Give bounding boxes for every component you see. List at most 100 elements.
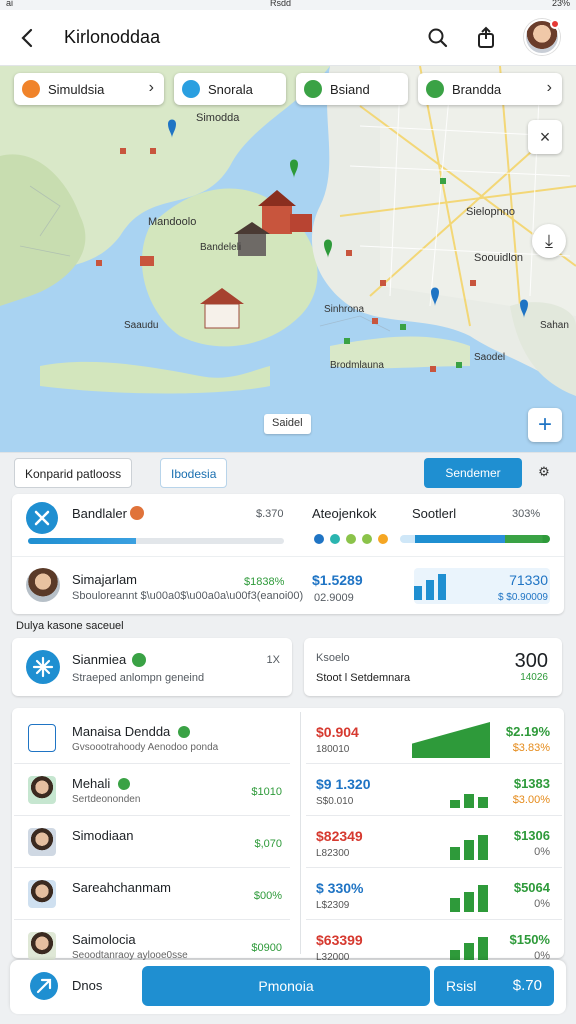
stat-amount: $63399 (316, 932, 363, 948)
stat-pct: 0% (534, 898, 550, 910)
status-dot (330, 534, 340, 544)
tools-icon (26, 502, 58, 534)
close-icon[interactable]: × (528, 120, 562, 154)
back-arrow-icon[interactable] (14, 24, 42, 52)
notification-dot (550, 19, 560, 29)
chart-bar (464, 892, 474, 912)
stat-amount: $82349 (316, 828, 363, 844)
list-item-value: $1010 (251, 786, 282, 798)
summary-sub: Stoot l Setdemnara (316, 672, 411, 684)
bottom-left-label: Dnos (72, 978, 103, 993)
stat-pct: $3.00% (512, 794, 550, 806)
area-chart-fill (412, 722, 490, 758)
stat-sub: L82300 (316, 848, 350, 859)
map-label: Saodel (474, 352, 506, 363)
button-value: $.70 (512, 977, 542, 994)
chart-bar (414, 586, 422, 600)
list-item[interactable]: Sareahchanmam $00% (14, 868, 290, 920)
column-value: 303% (512, 508, 541, 520)
navigate-icon[interactable] (30, 972, 58, 1000)
search-icon[interactable] (424, 24, 452, 52)
sparkle-icon (26, 650, 60, 684)
filter-chip-bsiand[interactable]: Bsiand (296, 73, 408, 105)
stat-amount: $0.904 (316, 724, 359, 740)
stat-row[interactable]: $9 1.320 S$0.010 $1383 $3.00% (306, 764, 562, 816)
summary-name: Sianmiea (72, 652, 127, 667)
map-label: Sahan (540, 320, 569, 331)
summary-card-left[interactable]: Sianmiea Straeped anlompn geneind 1X (12, 638, 292, 696)
gear-icon[interactable]: ⚙ (534, 462, 554, 482)
secondary-action-button[interactable]: Rsisl $.70 (434, 966, 554, 1006)
avatar (26, 568, 60, 602)
stat-pct: $3.83% (512, 742, 550, 754)
list-item[interactable]: Simodiaan $,070 (14, 816, 290, 868)
summary-count: 1X (266, 654, 280, 666)
stat-sub: S$0.010 (316, 796, 354, 807)
avatar[interactable] (524, 19, 560, 55)
top-app-bar: Kirlonoddaa (0, 10, 576, 66)
avatar (28, 932, 56, 960)
person-pct: $1838% (244, 576, 285, 588)
avatar (28, 880, 56, 908)
overview-card: Bandlaler $.370 Ateojenkok Sootlerl 303%… (12, 494, 564, 614)
filter-chip-snorala[interactable]: Snorala (174, 73, 286, 105)
summary-sub: Straeped anlompn geneind (72, 672, 205, 684)
section-label: Dulya kasone saceuel (16, 620, 124, 632)
avatar (28, 724, 56, 752)
send-button[interactable]: Sendemer (424, 458, 522, 488)
tab-ibodesia[interactable]: Ibodesia (160, 458, 228, 488)
list-item-name: Manaisa Dendda (72, 724, 171, 739)
chip-label: Brandda (452, 82, 502, 97)
right-value: 71330 (509, 572, 548, 588)
stat-row[interactable]: $82349 L82300 $1306 0% (306, 816, 562, 868)
chart-bar (450, 800, 460, 808)
chevron-right-icon: › (148, 79, 154, 96)
tab-konparid[interactable]: Konparid patlooss (14, 458, 133, 488)
status-bar: ai Rsdd 23% (0, 0, 576, 10)
badge-icon (130, 506, 144, 520)
status-center: Rsdd (270, 0, 292, 8)
chart-bar (426, 580, 434, 600)
segment-bar (400, 535, 550, 543)
share-icon[interactable] (472, 24, 500, 52)
status-dot (314, 534, 324, 544)
filter-chip-brandda[interactable]: Brandda › (418, 73, 562, 105)
button-label: Rsisl (446, 978, 477, 994)
map-view[interactable]: Simodda Mandoolo Bandeleli Sielopnno Soo… (0, 66, 576, 456)
person-amount-sub: 02.9009 (314, 592, 354, 604)
stat-row[interactable]: $ 330% L$2309 $5064 0% (306, 868, 562, 920)
page-title: Kirlonoddaa (64, 27, 161, 47)
status-right: 23% (551, 0, 570, 8)
summary-value: 300 (514, 650, 548, 672)
stat-sub: 180010 (316, 744, 350, 755)
pin-icon (426, 80, 444, 98)
status-dot (346, 534, 356, 544)
person-name: Simajarlam (72, 572, 138, 587)
stat-change: $1306 (513, 828, 550, 843)
list-item-value: $0900 (251, 942, 282, 954)
map-label: Saaudu (124, 320, 159, 331)
zoom-in-button[interactable]: + (528, 408, 562, 442)
chart-bar (450, 898, 460, 912)
main-action-button[interactable]: Pmonoia (142, 966, 430, 1006)
map-label: Bandeleli (200, 242, 242, 253)
summary-pct: 14026 (520, 672, 548, 683)
progress-bar (28, 538, 284, 544)
list-item[interactable]: Mehali Sertdeononden $1010 (14, 764, 290, 816)
status-dot (378, 534, 388, 544)
verified-icon (132, 653, 146, 667)
chart-bar (464, 840, 474, 860)
filter-chip-simuldsia[interactable]: Simuldsia › (14, 73, 164, 105)
list-item-value: $00% (253, 890, 282, 902)
status-dot (362, 534, 372, 544)
stat-change: $5064 (513, 880, 550, 895)
chip-label: Simuldsia (48, 82, 105, 97)
area-chart (412, 722, 490, 758)
avatar (28, 828, 56, 856)
chart-bar (450, 847, 460, 860)
summary-card-right[interactable]: Ksoelo 300 Stoot l Setdemnara 14026 (304, 638, 562, 696)
verified-icon (178, 726, 190, 738)
map-label: Simodda (196, 112, 240, 124)
compass-icon[interactable]: ⤓ (532, 224, 566, 258)
list-item[interactable]: Manaisa Dendda Gvsoootrahoody Aenodoo pon… (14, 712, 290, 764)
